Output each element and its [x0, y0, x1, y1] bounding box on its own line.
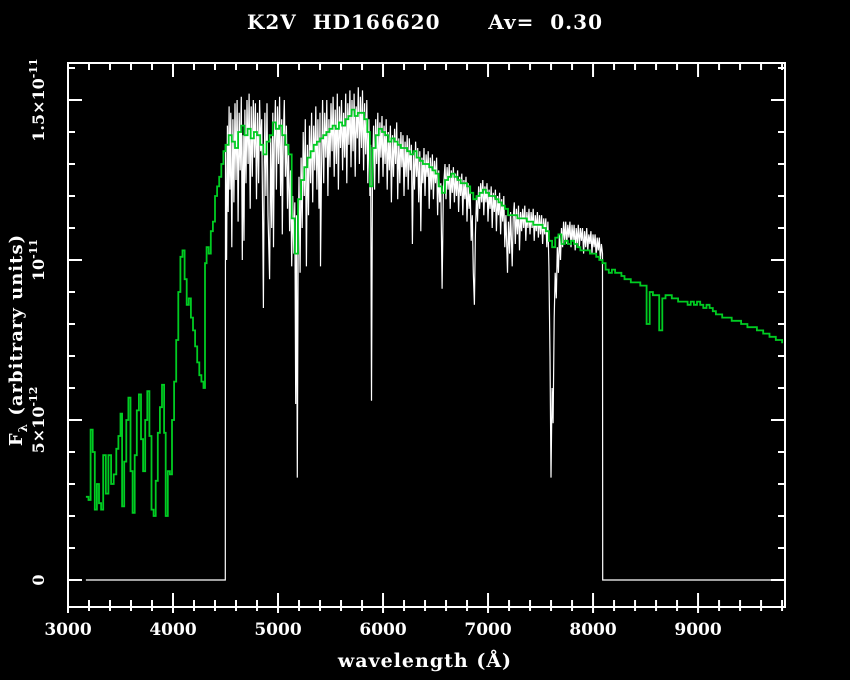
y-tick-label: 1.5×10-11: [27, 58, 48, 141]
x-tick-label: 8000: [569, 620, 616, 640]
x-tick-label: 3000: [44, 620, 91, 640]
x-tick-label: 7000: [464, 620, 511, 640]
y-tick-label: 10-11: [27, 239, 48, 281]
observed-spectrum-line: [86, 87, 778, 580]
x-tick-label: 4000: [149, 620, 196, 640]
plot-box: [68, 63, 785, 607]
y-tick-label: 0: [29, 574, 48, 585]
x-axis-label: wavelength (Å): [0, 650, 850, 672]
spectrum-chart-canvas: 3000 4000 5000 6000 7000 8000 9000 0 5×10-12 10-1…: [0, 0, 850, 680]
spectrum-plot-window: K2V HD166620 Av= 0.30 Fλ (arbitrary unit…: [0, 0, 850, 680]
y-tick-label: 5×10-12: [27, 387, 48, 454]
x-tick-label: 5000: [254, 620, 301, 640]
x-tick-label: 6000: [359, 620, 406, 640]
template-spectrum-line: [86, 110, 782, 516]
x-tick-label: 9000: [674, 620, 721, 640]
